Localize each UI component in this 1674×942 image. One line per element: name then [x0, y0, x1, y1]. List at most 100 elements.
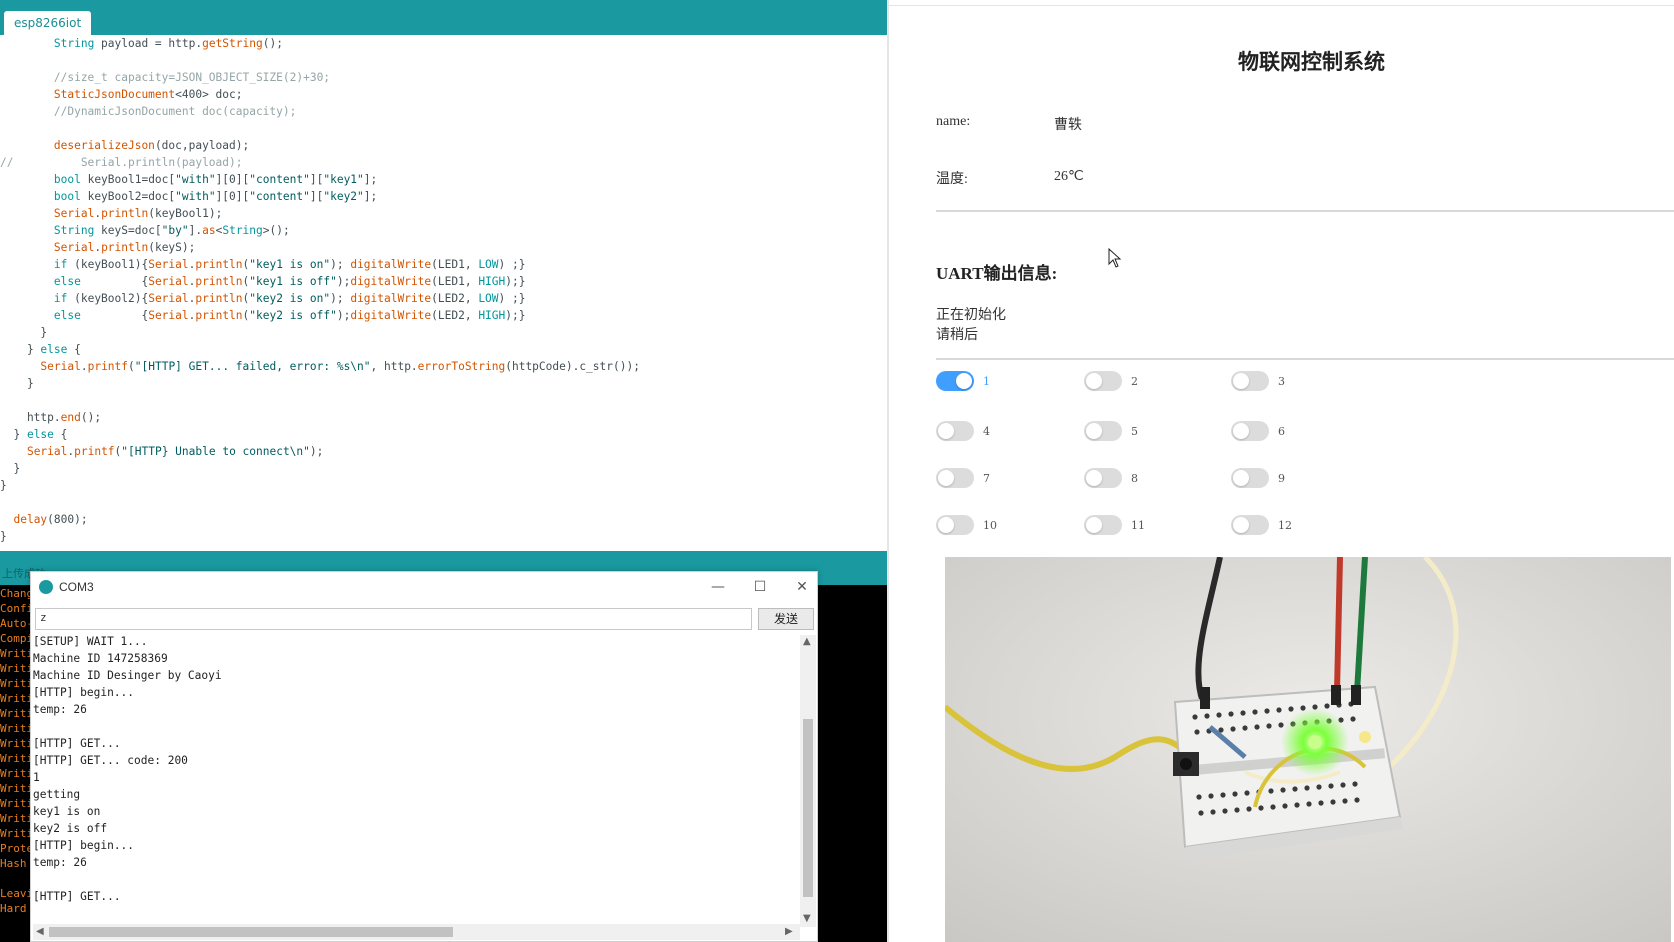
code-line: Serial.printf("[HTTP} Unable to connect\…: [26, 445, 324, 458]
uart-line: 正在初始化: [936, 307, 1006, 323]
breadboard-image: [945, 557, 1671, 942]
serial-output-area[interactable]: [SETUP] WAIT 1... Machine ID 147258369 M…: [31, 635, 799, 929]
page-title: 物联网控制系统: [1238, 50, 1385, 74]
serial-line: temp: 26: [33, 856, 87, 869]
code-line: Serial.println(keyS);: [53, 241, 196, 254]
code-line: http.end();: [0, 411, 102, 424]
scroll-left-icon[interactable]: ◀: [36, 926, 44, 937]
console-line: Writi: [0, 677, 34, 690]
switch-knob: [938, 517, 954, 533]
switch-label: 1: [983, 375, 990, 388]
switch-label: 4: [983, 425, 990, 438]
console-line: Writi: [0, 662, 34, 675]
switch-10[interactable]: [936, 515, 974, 535]
code-line: Serial.println(keyBool1);: [53, 207, 223, 220]
switch-knob: [938, 470, 954, 486]
mouse-cursor-icon: [1108, 248, 1122, 268]
console-line: Writi: [0, 647, 34, 660]
console-line: Hash: [0, 857, 27, 870]
serial-line: [SETUP] WAIT 1...: [33, 635, 148, 648]
switch-12[interactable]: [1231, 515, 1269, 535]
serial-line: 1: [33, 771, 40, 784]
console-line: Confi: [0, 602, 34, 615]
code-line: if (keyBool1){Serial.println("key1 is on…: [53, 258, 526, 271]
switch-5[interactable]: [1084, 421, 1122, 441]
code-line: if (keyBool2){Serial.println("key2 is on…: [53, 292, 526, 305]
vertical-scrollbar[interactable]: ▲ ▼: [800, 635, 816, 927]
console-line: Writi: [0, 752, 34, 765]
close-icon[interactable]: ✕: [787, 576, 817, 598]
switch-11[interactable]: [1084, 515, 1122, 535]
section-divider: [936, 358, 1674, 360]
console-line: Prote: [0, 842, 34, 855]
vertical-scroll-thumb[interactable]: [803, 719, 813, 897]
minimize-icon[interactable]: —: [703, 576, 733, 598]
serial-line: key1 is on: [33, 805, 101, 818]
name-value: 曹轶: [1054, 118, 1082, 133]
temperature-label: 温度:: [936, 172, 968, 187]
code-line: bool keyBool2=doc["with"][0]["content"][…: [53, 190, 378, 203]
switch-1[interactable]: [936, 371, 974, 391]
switch-knob: [1086, 423, 1102, 439]
code-editor[interactable]: String payload = http.getString(); //siz…: [0, 35, 888, 551]
serial-send-input[interactable]: z: [35, 608, 752, 630]
switch-knob: [1086, 373, 1102, 389]
switch-knob: [956, 373, 972, 389]
serial-title-bar[interactable]: COM3 — ☐ ✕: [31, 572, 817, 602]
horizontal-scroll-thumb[interactable]: [49, 927, 453, 937]
switch-knob: [1233, 423, 1249, 439]
switch-knob: [1086, 470, 1102, 486]
serial-line: [HTTP] begin...: [33, 839, 135, 852]
code-line: }: [0, 479, 7, 492]
console-line: Auto-: [0, 617, 34, 630]
switch-4[interactable]: [936, 421, 974, 441]
code-line: } else {: [0, 343, 81, 356]
switch-8[interactable]: [1084, 468, 1122, 488]
switch-knob: [1233, 373, 1249, 389]
switch-7[interactable]: [936, 468, 974, 488]
name-label: name:: [936, 114, 971, 129]
code-line: String payload = http.getString();: [53, 37, 283, 50]
top-divider: [889, 5, 1674, 6]
switch-2[interactable]: [1084, 371, 1122, 391]
code-line: delay(800);: [13, 513, 88, 526]
scroll-up-icon[interactable]: ▲: [803, 636, 811, 647]
switch-knob: [1086, 517, 1102, 533]
temperature-value: 26℃: [1054, 169, 1084, 184]
code-line: // Serial.println(payload);: [0, 156, 243, 169]
switch-label: 5: [1131, 425, 1138, 438]
code-line: else {Serial.println("key2 is off");digi…: [53, 309, 526, 322]
switch-label: 11: [1131, 519, 1145, 532]
switch-9[interactable]: [1231, 468, 1269, 488]
serial-line: [HTTP] GET...: [33, 890, 121, 903]
horizontal-scrollbar[interactable]: ◀ ▶: [33, 924, 800, 940]
sketch-tab[interactable]: esp8266iot: [4, 11, 92, 35]
code-line: deserializeJson(doc,payload);: [53, 139, 250, 152]
code-line: }: [0, 530, 7, 543]
switch-label: 8: [1131, 472, 1138, 485]
send-button[interactable]: 发送: [758, 608, 814, 630]
console-line: Writi: [0, 767, 34, 780]
console-line: Writi: [0, 797, 34, 810]
scroll-right-icon[interactable]: ▶: [785, 926, 793, 937]
switch-3[interactable]: [1231, 371, 1269, 391]
serial-line: getting: [33, 788, 81, 801]
console-line: Writi: [0, 722, 34, 735]
code-line: bool keyBool1=doc["with"][0]["content"][…: [53, 173, 378, 186]
serial-monitor-window: COM3 — ☐ ✕ z 发送 [SETUP] WAIT 1... Machin…: [30, 571, 818, 942]
scroll-down-icon[interactable]: ▼: [803, 913, 811, 924]
serial-line: temp: 26: [33, 703, 87, 716]
code-line: //DynamicJsonDocument doc(capacity);: [0, 105, 297, 118]
console-line: Writi: [0, 827, 34, 840]
switch-6[interactable]: [1231, 421, 1269, 441]
console-line: Chang: [0, 587, 34, 600]
serial-line: [HTTP] GET...: [33, 737, 121, 750]
console-line: Hard: [0, 902, 27, 915]
switch-label: 7: [983, 472, 990, 485]
maximize-icon[interactable]: ☐: [745, 576, 775, 598]
console-line: Writi: [0, 692, 34, 705]
console-line: Writi: [0, 737, 34, 750]
switch-label: 3: [1278, 375, 1285, 388]
code-line: Serial.printf("[HTTP] GET... failed, err…: [40, 360, 640, 373]
code-line: StaticJsonDocument<400> doc;: [53, 88, 243, 101]
